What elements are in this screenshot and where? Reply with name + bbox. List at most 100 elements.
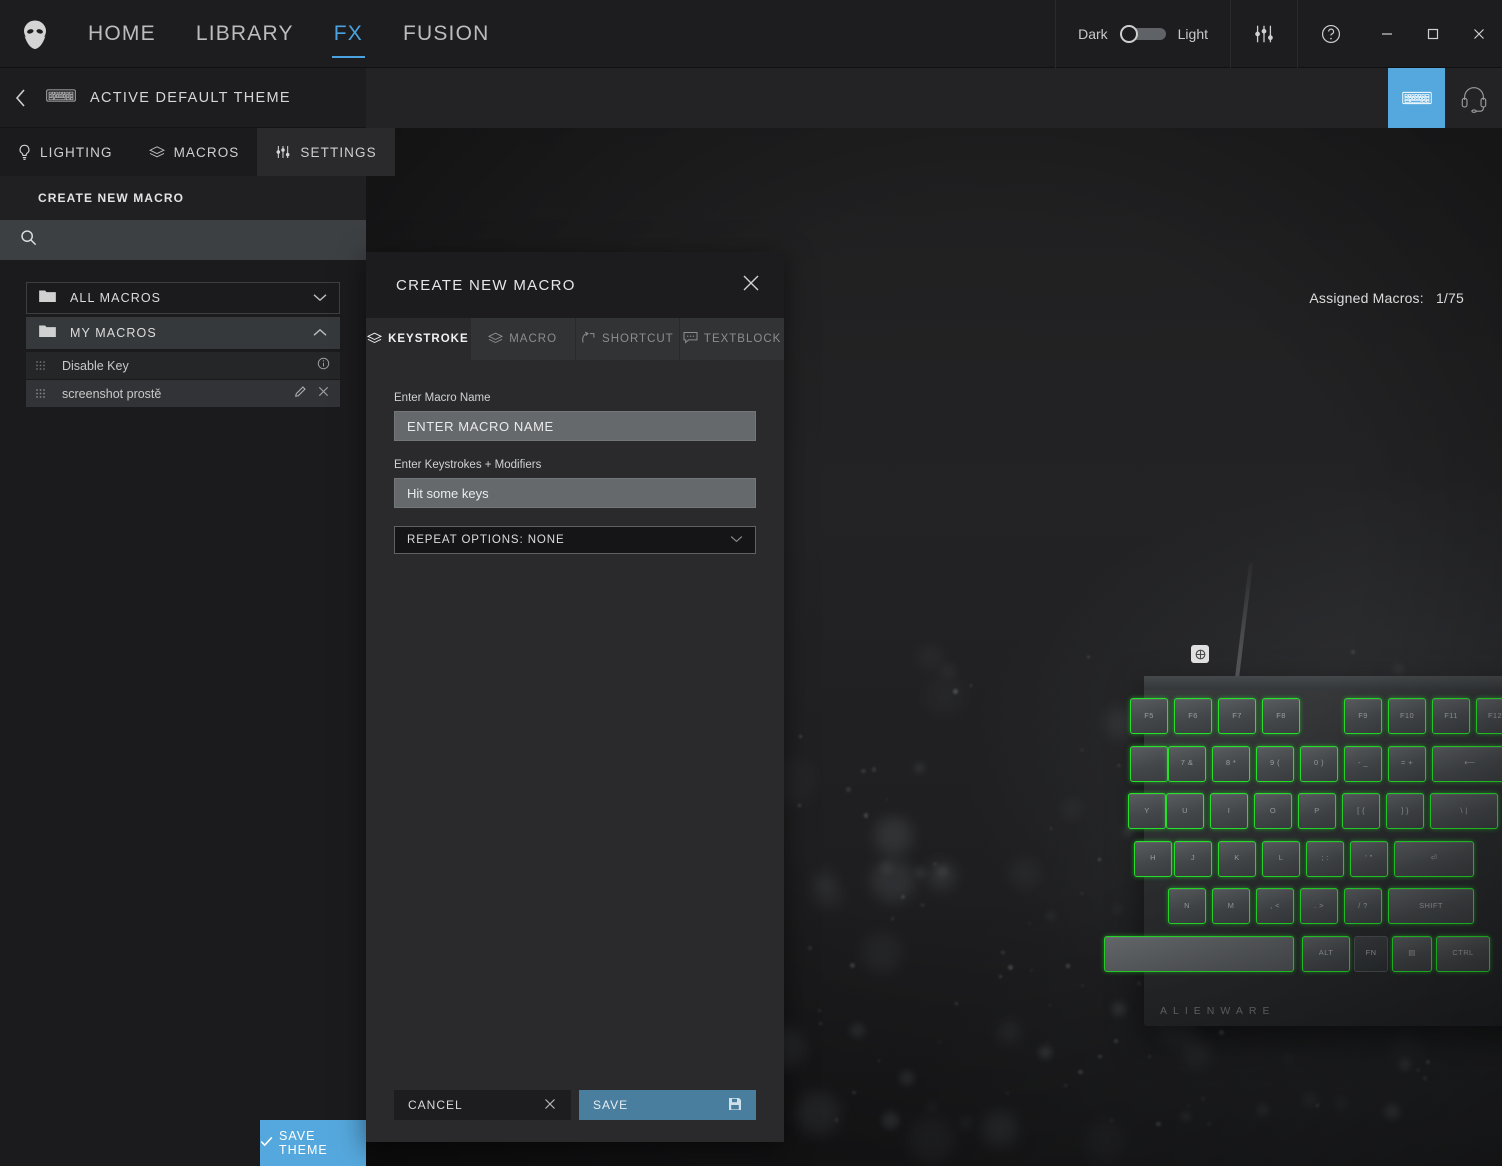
keyboard-key[interactable]: / ? bbox=[1344, 888, 1382, 924]
nav-item-library[interactable]: LIBRARY bbox=[176, 0, 314, 68]
save-theme-button[interactable]: SAVE THEME bbox=[260, 1120, 366, 1166]
minimize-icon[interactable] bbox=[1364, 0, 1410, 68]
keyboard-key[interactable]: ' " bbox=[1350, 840, 1388, 877]
tab-macros[interactable]: MACROS bbox=[130, 128, 258, 176]
keyboard-key[interactable]: F11 bbox=[1432, 698, 1470, 734]
theme-switch[interactable] bbox=[1119, 25, 1166, 43]
keyboard-key[interactable]: L bbox=[1262, 840, 1300, 877]
macro-name-input[interactable]: ENTER MACRO NAME bbox=[394, 411, 756, 441]
keyboard-key[interactable]: CTRL bbox=[1436, 935, 1490, 972]
bokeh-dot bbox=[958, 1116, 973, 1130]
close-icon[interactable] bbox=[317, 385, 330, 403]
tab-textblock[interactable]: TEXTBLOCK bbox=[680, 318, 784, 360]
keyboard-key[interactable]: ; : bbox=[1306, 840, 1344, 877]
keyboard-key[interactable]: Y bbox=[1128, 793, 1166, 829]
bokeh-dot bbox=[914, 762, 926, 774]
keyboard-key[interactable]: F6 bbox=[1174, 698, 1212, 734]
keyboard-key[interactable]: ] } bbox=[1386, 793, 1424, 829]
keyboard-key[interactable]: K bbox=[1218, 840, 1256, 877]
keyboard-key[interactable]: . > bbox=[1300, 888, 1338, 924]
chevron-left-icon[interactable] bbox=[10, 88, 32, 108]
tab-macro[interactable]: MACRO bbox=[470, 318, 576, 360]
grip-icon[interactable] bbox=[36, 385, 50, 403]
keyboard-key[interactable]: O bbox=[1254, 793, 1292, 829]
keyboard-key[interactable]: = + bbox=[1388, 745, 1426, 782]
folder-all-macros[interactable]: ALL MACROS bbox=[26, 282, 340, 314]
keyboard-key[interactable]: P bbox=[1298, 793, 1336, 829]
info-icon[interactable] bbox=[317, 357, 330, 375]
chevron-down-icon[interactable] bbox=[313, 289, 327, 307]
theme-switch-knob[interactable] bbox=[1119, 25, 1138, 43]
device-keyboard-button[interactable] bbox=[1388, 68, 1445, 128]
cancel-button[interactable]: CANCEL bbox=[394, 1090, 571, 1120]
keystrokes-input[interactable]: Hit some keys bbox=[394, 478, 756, 508]
keyboard-key[interactable]: 8 * bbox=[1212, 745, 1250, 782]
keyboard-key[interactable]: N bbox=[1168, 888, 1206, 924]
keyboard-key[interactable]: 0 ) bbox=[1300, 745, 1338, 782]
sliders-icon[interactable] bbox=[1230, 0, 1297, 68]
layers-icon bbox=[148, 145, 165, 159]
keyboard-key[interactable]: ALT bbox=[1302, 935, 1350, 972]
keyboard-key[interactable]: ⏎ bbox=[1394, 840, 1474, 877]
keyboard-key[interactable]: F5 bbox=[1130, 698, 1168, 734]
bokeh-dot bbox=[1065, 963, 1071, 969]
theme-device-keyboard-icon bbox=[46, 88, 76, 108]
grip-icon[interactable] bbox=[36, 357, 50, 375]
keyboard-key[interactable]: F12 bbox=[1476, 698, 1502, 734]
keyboard-key[interactable] bbox=[1104, 935, 1294, 972]
create-new-macro-button[interactable]: CREATE NEW MACRO bbox=[0, 176, 366, 220]
sliders-icon bbox=[275, 144, 291, 160]
keyboard-key[interactable]: U bbox=[1166, 793, 1204, 829]
dialog-footer: CANCEL SAVE bbox=[366, 1090, 784, 1142]
bokeh-dot bbox=[1117, 763, 1121, 767]
keyboard-key[interactable]: J bbox=[1174, 840, 1212, 877]
maximize-icon[interactable] bbox=[1410, 0, 1456, 68]
keyboard-key[interactable]: F9 bbox=[1344, 698, 1382, 734]
nav-item-fx[interactable]: FX bbox=[314, 0, 383, 68]
keyboard-preview[interactable]: F5F6F7F8F9F10F11F12PRT SCRSCR LOCKPAUSE7… bbox=[1104, 562, 1502, 1026]
tab-shortcut[interactable]: SHORTCUT bbox=[575, 318, 681, 360]
folder-my-macros[interactable]: MY MACROS bbox=[26, 317, 340, 349]
keyboard-key[interactable]: F10 bbox=[1388, 698, 1426, 734]
keyboard-key[interactable]: \ | bbox=[1430, 793, 1498, 829]
keyboard-key[interactable]: , < bbox=[1256, 888, 1294, 924]
nav-item-home[interactable]: HOME bbox=[68, 0, 176, 68]
search-icon bbox=[20, 229, 37, 251]
save-button[interactable]: SAVE bbox=[579, 1090, 756, 1120]
keyboard-key[interactable]: M bbox=[1212, 888, 1250, 924]
chevron-down-icon[interactable] bbox=[730, 534, 743, 546]
tab-keystroke[interactable]: KEYSTROKE bbox=[366, 318, 471, 360]
keyboard-key[interactable]: 9 ( bbox=[1256, 745, 1294, 782]
chevron-up-icon[interactable] bbox=[313, 324, 327, 342]
bokeh-dot bbox=[861, 768, 866, 774]
keyboard-key[interactable]: F8 bbox=[1262, 698, 1300, 734]
repeat-options-select[interactable]: REPEAT OPTIONS: NONE bbox=[394, 526, 756, 554]
close-icon[interactable] bbox=[1456, 0, 1502, 68]
keyboard-key[interactable]: ⟵ bbox=[1432, 745, 1502, 782]
bokeh-dot bbox=[908, 1116, 955, 1163]
tab-lighting[interactable]: LIGHTING bbox=[0, 128, 131, 176]
keyboard-key[interactable]: SHIFT bbox=[1388, 888, 1474, 924]
theme-dark-label: Dark bbox=[1078, 25, 1108, 42]
question-circle-icon[interactable] bbox=[1297, 0, 1364, 68]
keyboard-key[interactable]: H bbox=[1134, 840, 1172, 877]
theme-toggle-cell[interactable]: Dark Light bbox=[1055, 0, 1230, 68]
tab-settings[interactable]: SETTINGS bbox=[257, 128, 395, 176]
list-item[interactable]: Disable Key bbox=[26, 352, 340, 379]
nav-item-fusion[interactable]: FUSION bbox=[383, 0, 510, 68]
keyboard-key[interactable]: F7 bbox=[1218, 698, 1256, 734]
device-headset-button[interactable] bbox=[1445, 68, 1502, 128]
keyboard-key[interactable]: - _ bbox=[1344, 745, 1382, 782]
pencil-icon[interactable] bbox=[294, 385, 307, 403]
macro-search-bar[interactable] bbox=[0, 220, 366, 260]
close-icon[interactable] bbox=[740, 272, 762, 299]
keyboard-key[interactable]: FN bbox=[1354, 935, 1388, 972]
list-item[interactable]: screenshot prostě bbox=[26, 380, 340, 407]
keyboard-key[interactable]: 7 & bbox=[1168, 745, 1206, 782]
keyboard-key[interactable]: ▤ bbox=[1392, 935, 1432, 972]
bokeh-dot bbox=[812, 879, 843, 909]
keyboard-key[interactable]: [ { bbox=[1342, 793, 1380, 829]
keyboard-key[interactable]: I bbox=[1210, 793, 1248, 829]
search-input[interactable] bbox=[49, 232, 309, 248]
keyboard-key[interactable] bbox=[1130, 745, 1168, 782]
